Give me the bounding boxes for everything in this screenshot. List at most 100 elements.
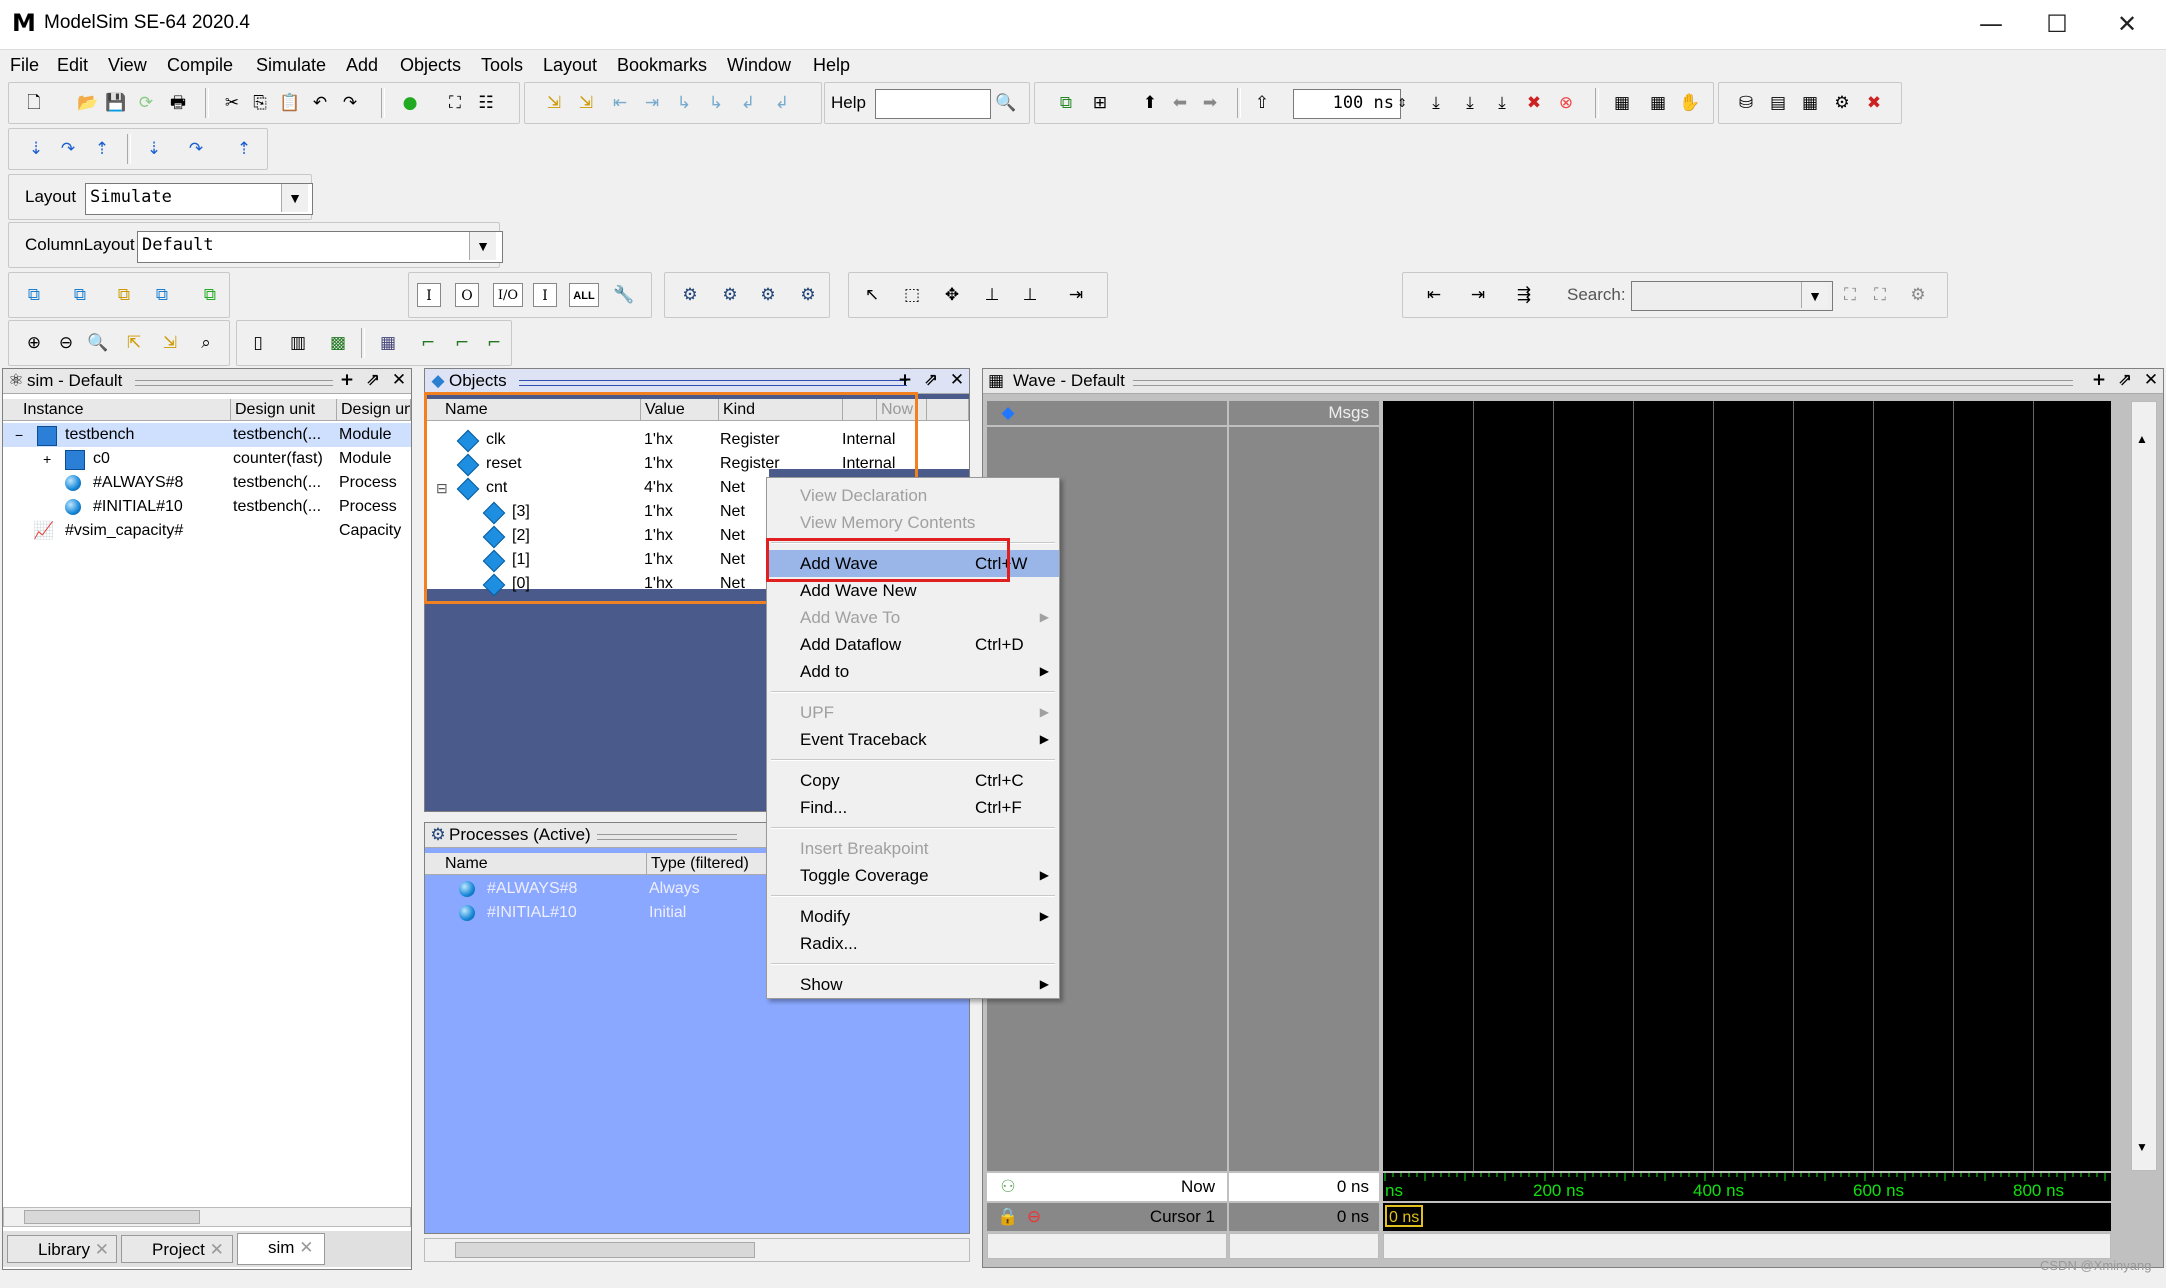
menu-item-show[interactable]: Show ▶ xyxy=(767,971,1059,998)
gear-icon[interactable]: ⚙ xyxy=(679,284,701,306)
structure-icon[interactable]: ☷ xyxy=(475,92,497,114)
undo-icon[interactable]: ↶ xyxy=(309,92,331,114)
table-row[interactable]: − testbench testbench(... Module xyxy=(3,423,411,447)
minimize-button[interactable]: — xyxy=(1966,8,2016,40)
filter-settings-icon[interactable]: 🔧 xyxy=(613,284,635,306)
menu-window[interactable]: Window xyxy=(727,55,791,76)
zoom-in-icon[interactable]: ⊕ xyxy=(23,332,45,354)
lock-icon[interactable]: 🔒 xyxy=(997,1206,1019,1228)
memory-profile-icon[interactable]: ▦ xyxy=(1647,92,1669,114)
column-icon[interactable]: ▯ xyxy=(247,332,269,354)
step-into-dropdown-icon[interactable]: ⇣ xyxy=(143,138,165,160)
paste-icon[interactable]: 📋 xyxy=(279,92,301,114)
waveform-area[interactable] xyxy=(1383,401,2111,1171)
back-arrow-icon[interactable]: ⬅ xyxy=(1169,92,1191,114)
add-memory-icon[interactable]: ⧉ xyxy=(199,284,221,306)
menu-bookmarks[interactable]: Bookmarks xyxy=(617,55,707,76)
search-forward-icon[interactable]: ⛶ xyxy=(1839,284,1861,306)
table-row[interactable]: #ALWAYS#8 testbench(... Process xyxy=(3,471,411,495)
wave-tools-icon[interactable]: ◆ xyxy=(997,402,1019,424)
add-list-icon[interactable]: ⧉ xyxy=(69,284,91,306)
run-all-icon[interactable]: ⤓ xyxy=(1491,92,1513,114)
menu-view[interactable]: View xyxy=(108,55,147,76)
cursor-lane[interactable]: 0 ns xyxy=(1383,1203,2111,1231)
coverage-icon[interactable]: ⛁ xyxy=(1735,92,1757,114)
menu-tools[interactable]: Tools xyxy=(481,55,523,76)
search-options-icon[interactable]: ⚙ xyxy=(1907,284,1929,306)
filter-inout-button[interactable]: I/O xyxy=(493,283,523,307)
compile-icon[interactable]: ● xyxy=(399,92,421,114)
table-row[interactable]: 📈 #vsim_capacity# Capacity xyxy=(3,519,411,543)
step-out-all-icon[interactable]: ⇡ xyxy=(233,138,255,160)
cursor-marker[interactable]: 0 ns xyxy=(1385,1205,1424,1227)
table-row[interactable]: #INITIAL#10 Initial xyxy=(425,901,765,925)
menu-layout[interactable]: Layout xyxy=(543,55,597,76)
menu-item-modify[interactable]: Modify ▶ xyxy=(767,903,1059,930)
coverage-report-icon[interactable]: ▤ xyxy=(1767,92,1789,114)
col-process-name[interactable]: Name xyxy=(425,853,647,875)
col-scroll[interactable] xyxy=(927,399,969,421)
menu-simulate[interactable]: Simulate xyxy=(256,55,326,76)
filter-all-button[interactable]: ALL xyxy=(569,283,599,307)
up-arrow-icon[interactable]: ⬆ xyxy=(1139,92,1161,114)
menu-item-add-to[interactable]: Add to ▶ xyxy=(767,658,1059,685)
column-layout-dropdown-icon[interactable]: ▼ xyxy=(469,232,496,260)
step-into-icon[interactable]: ⇣ xyxy=(25,138,47,160)
sim-hscrollbar[interactable] xyxy=(3,1207,411,1227)
performance-icon[interactable]: ▦ xyxy=(1611,92,1633,114)
layout-select[interactable]: Simulate xyxy=(85,183,313,215)
step-over-icon[interactable]: ↷ xyxy=(57,138,79,160)
cut-icon[interactable]: ✂ xyxy=(221,92,243,114)
table-row[interactable]: #INITIAL#10 testbench(... Process xyxy=(3,495,411,519)
hand-icon[interactable]: ✋ xyxy=(1679,92,1701,114)
help-search-input[interactable] xyxy=(875,89,991,119)
sim-pane-close-button[interactable]: ✕ xyxy=(389,370,409,390)
close-button[interactable]: ✕ xyxy=(2102,8,2152,40)
expand-icon[interactable]: + xyxy=(43,447,51,471)
environment-icon[interactable]: ⧉ xyxy=(1055,92,1077,114)
menu-add[interactable]: Add xyxy=(346,55,378,76)
objects-pane-undock-button[interactable]: ⇗ xyxy=(921,370,941,390)
copy-icon[interactable]: ⎘ xyxy=(249,92,271,114)
bookmark-next-icon[interactable]: ⇥ xyxy=(641,92,663,114)
find-prev-edge-icon[interactable]: ⇤ xyxy=(1423,284,1445,306)
gear-3-icon[interactable]: ⚙ xyxy=(757,284,779,306)
remove-cursor-icon[interactable]: ⊖ xyxy=(1023,1206,1045,1228)
maximize-button[interactable]: ☐ xyxy=(2032,8,2082,40)
column-layout-select[interactable]: Default xyxy=(137,231,503,263)
wave-hscrollbar[interactable] xyxy=(1383,1233,2111,1259)
zoom-range-icon[interactable]: ⇲ xyxy=(159,332,181,354)
menu-item-toggle-coverage[interactable]: Toggle Coverage ▶ xyxy=(767,862,1059,889)
wave-pane-close-button[interactable]: ✕ xyxy=(2141,370,2161,390)
pan-icon[interactable]: ✥ xyxy=(941,284,963,306)
add-wave-icon[interactable]: ⧉ xyxy=(23,284,45,306)
save-icon[interactable]: 💾 xyxy=(105,92,127,114)
sim-pane-add-button[interactable]: + xyxy=(337,370,357,390)
grid-icon[interactable]: ▦ xyxy=(377,332,399,354)
filter-input-button[interactable]: I xyxy=(417,283,441,307)
gear-4-icon[interactable]: ⚙ xyxy=(797,284,819,306)
ruler-icon[interactable]: ⊥ xyxy=(981,284,1003,306)
open-folder-icon[interactable]: 📂 xyxy=(77,92,99,114)
restart-icon[interactable]: ⊞ xyxy=(1089,92,1111,114)
run-length-spinner-icon[interactable]: ⇕ xyxy=(1391,92,1413,114)
col-design-unit-type[interactable]: Design un xyxy=(337,399,411,421)
step-out-icon[interactable]: ⇡ xyxy=(91,138,113,160)
tab-sim[interactable]: sim ✕ xyxy=(237,1233,325,1265)
zoom-select-icon[interactable]: ⬚ xyxy=(901,284,923,306)
edit-mode-icon[interactable]: ⇥ xyxy=(1065,284,1087,306)
find-next-edge-icon[interactable]: ⇥ xyxy=(1467,284,1489,306)
add-dataflow-icon[interactable]: ⧉ xyxy=(151,284,173,306)
wave-pane-add-button[interactable]: + xyxy=(2089,370,2109,390)
col-design-unit[interactable]: Design unit xyxy=(231,399,337,421)
zoom-cursor-icon[interactable]: ⇱ xyxy=(123,332,145,354)
table-row[interactable]: #ALWAYS#8 Always xyxy=(425,877,765,901)
edge-3-icon[interactable]: ⌐ xyxy=(483,332,505,354)
column-2-icon[interactable]: ▥ xyxy=(287,332,309,354)
bookmark-prev-icon[interactable]: ⇤ xyxy=(609,92,631,114)
menu-item-radix[interactable]: Radix... xyxy=(767,930,1059,957)
col-instance[interactable]: Instance xyxy=(3,399,231,421)
wave-pane-undock-button[interactable]: ⇗ xyxy=(2115,370,2135,390)
find-signal-icon[interactable]: ⇶ xyxy=(1513,284,1535,306)
table-row[interactable]: + c0 counter(fast) Module xyxy=(3,447,411,471)
